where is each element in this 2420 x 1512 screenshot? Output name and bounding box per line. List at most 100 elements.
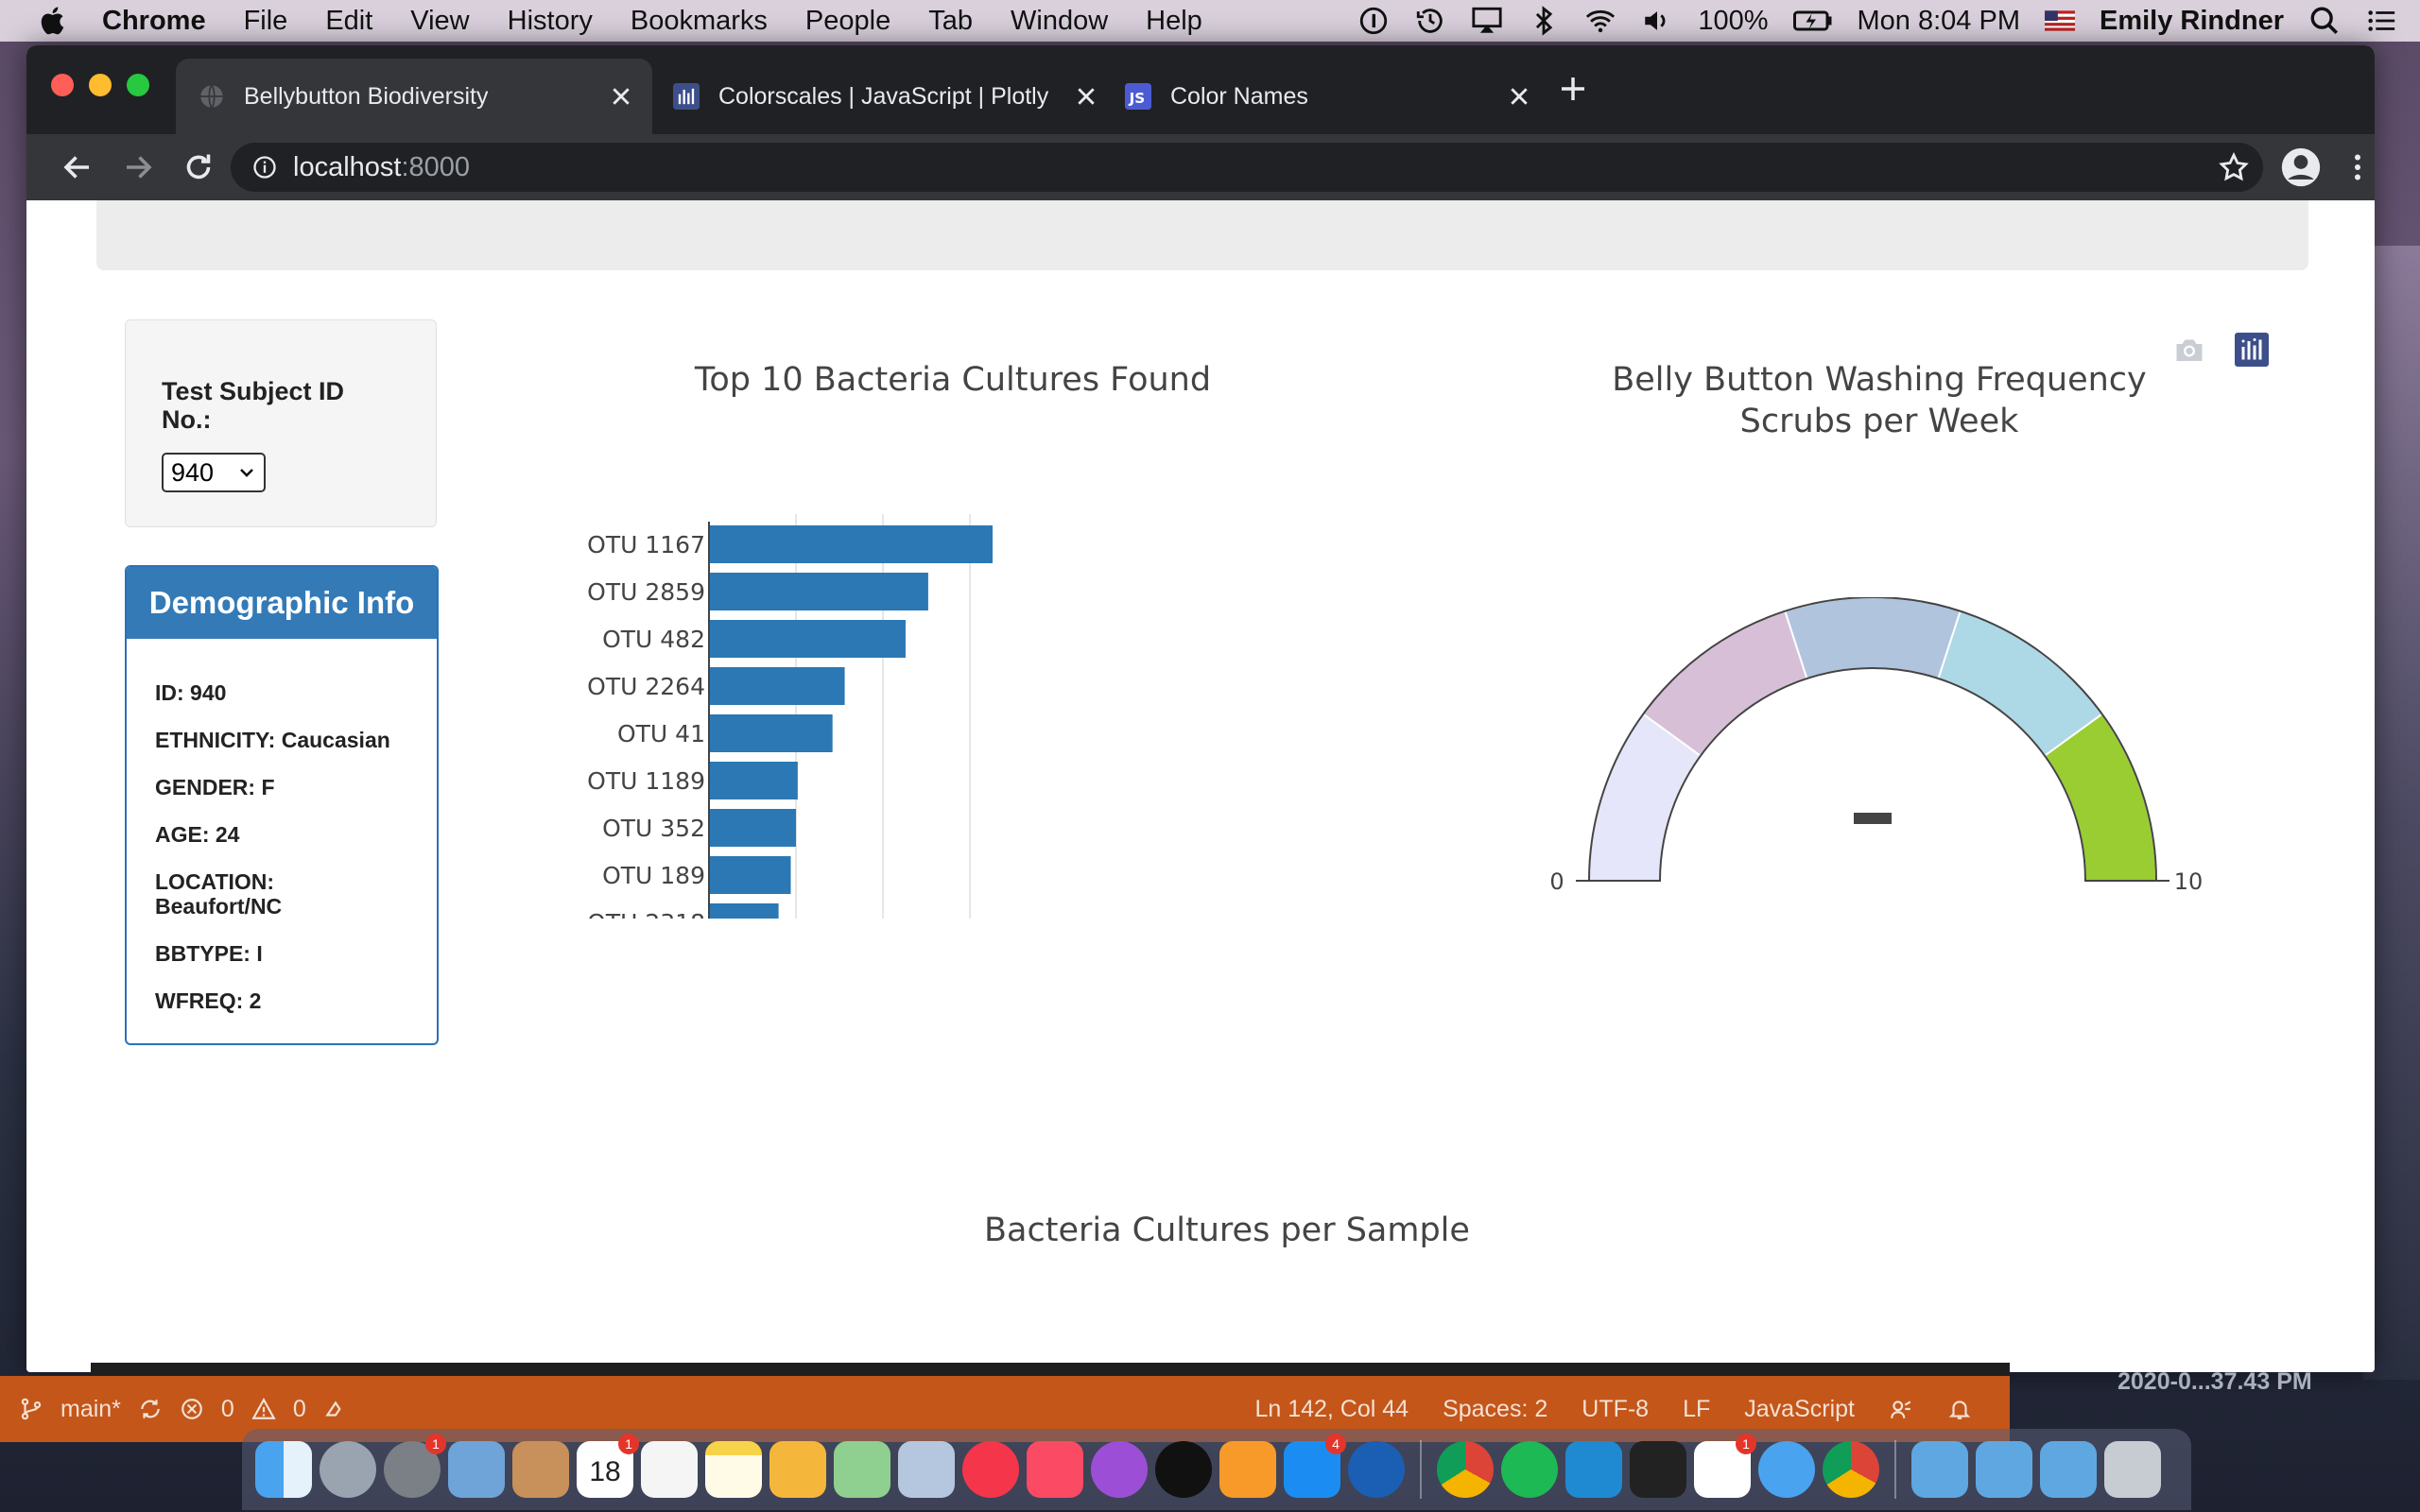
error-icon[interactable]	[180, 1397, 204, 1421]
chrome-canary-icon[interactable]	[1823, 1441, 1879, 1498]
bar	[709, 667, 845, 705]
close-tab-icon[interactable]	[1509, 86, 1530, 107]
news-icon[interactable]	[962, 1441, 1019, 1498]
close-window-button[interactable]	[51, 74, 74, 96]
menu-window[interactable]: Window	[1011, 6, 1108, 37]
close-tab-icon[interactable]	[1076, 86, 1097, 107]
menu-history[interactable]: History	[508, 6, 593, 37]
new-tab-icon[interactable]	[1558, 74, 1588, 104]
spotify-icon[interactable]	[1501, 1441, 1558, 1498]
apple-icon[interactable]	[38, 5, 70, 37]
demo-line-bbtype: BBTYPE: I	[155, 941, 263, 966]
feedback-icon[interactable]	[1889, 1397, 1913, 1421]
maps-icon[interactable]	[834, 1441, 890, 1498]
music-icon[interactable]	[1027, 1441, 1083, 1498]
menu-file[interactable]: File	[244, 6, 288, 37]
menu-bookmarks[interactable]: Bookmarks	[631, 6, 768, 37]
close-tab-icon[interactable]	[611, 86, 631, 107]
desktop-screenshot-label: 2020-0...37.43 PM	[2118, 1368, 2312, 1395]
menu-view[interactable]: View	[410, 6, 469, 37]
terminal-icon[interactable]	[1630, 1441, 1686, 1498]
end-of-line[interactable]: LF	[1683, 1396, 1710, 1423]
spotlight-search-icon[interactable]	[2308, 5, 2341, 37]
password-manager-icon[interactable]	[1357, 5, 1390, 37]
flag-icon[interactable]	[2045, 5, 2075, 37]
launchpad-icon[interactable]	[320, 1441, 376, 1498]
bar-chart[interactable]: 050100150OTU 1167OTU 2859OTU 482OTU 2264…	[556, 503, 1274, 919]
file-encoding[interactable]: UTF-8	[1582, 1396, 1649, 1423]
menubar-user[interactable]: Emily Rindner	[2100, 6, 2284, 37]
notes-icon[interactable]	[705, 1441, 762, 1498]
notification-center-icon[interactable]	[2365, 5, 2397, 37]
y-tick-label: OTU 2859	[587, 578, 705, 606]
language-mode[interactable]: JavaScript	[1744, 1396, 1855, 1423]
airplay-icon[interactable]	[1471, 5, 1503, 37]
system-preferences-icon[interactable]: 1	[384, 1434, 446, 1498]
trash-icon[interactable]	[2104, 1441, 2161, 1498]
books-icon[interactable]	[1219, 1441, 1276, 1498]
messages-icon[interactable]	[1758, 1441, 1815, 1498]
bar	[709, 620, 906, 658]
cursor-position[interactable]: Ln 142, Col 44	[1254, 1396, 1409, 1423]
chrome-icon[interactable]	[1437, 1441, 1494, 1498]
podcasts-icon[interactable]	[1091, 1441, 1148, 1498]
reminders-icon[interactable]	[641, 1441, 698, 1498]
battery-icon[interactable]	[1792, 5, 1833, 37]
error-count: 0	[220, 1395, 234, 1422]
preview-icon[interactable]	[448, 1441, 505, 1498]
menubar-clock[interactable]: Mon 8:04 PM	[1858, 6, 2020, 37]
applications-folder-icon[interactable]	[1911, 1441, 1968, 1498]
volume-icon[interactable]	[1641, 5, 1673, 37]
documents-folder-icon[interactable]	[1976, 1441, 2032, 1498]
live-share-icon[interactable]	[323, 1397, 348, 1421]
demo-line-location: LOCATION: Beaufort/NC	[155, 869, 283, 919]
menu-chrome[interactable]: Chrome	[102, 6, 206, 37]
gauge-chart[interactable]: 0510	[1501, 597, 2257, 956]
gauge-tick-label: 0	[1549, 868, 1564, 895]
finder-icon[interactable]	[255, 1441, 312, 1498]
reload-icon[interactable]	[182, 150, 216, 184]
tab-color-names[interactable]: JS Color Names	[1102, 59, 1550, 134]
time-machine-icon[interactable]	[1414, 5, 1446, 37]
tv-icon[interactable]	[1155, 1441, 1212, 1498]
sync-icon[interactable]	[138, 1397, 163, 1421]
gauge-step	[1784, 597, 1962, 680]
vscode-icon[interactable]	[1565, 1441, 1622, 1498]
menu-help[interactable]: Help	[1146, 6, 1202, 37]
y-tick-label: OTU 2264	[587, 673, 705, 700]
menu-edit[interactable]: Edit	[325, 6, 372, 37]
git-branch-icon[interactable]	[19, 1397, 43, 1421]
git-branch-label[interactable]: main*	[60, 1396, 121, 1423]
indentation[interactable]: Spaces: 2	[1443, 1396, 1547, 1423]
notification-badge: 1	[1736, 1434, 1756, 1454]
minimize-window-button[interactable]	[89, 74, 112, 96]
tab-colorscales[interactable]: Colorscales | JavaScript | Plotly	[650, 59, 1095, 134]
zoom-window-button[interactable]	[127, 74, 149, 96]
bell-icon[interactable]	[1947, 1397, 1972, 1421]
tab-bellybutton[interactable]: Bellybutton Biodiversity	[176, 59, 652, 134]
wifi-icon[interactable]	[1584, 5, 1616, 37]
1password-icon[interactable]	[1348, 1441, 1405, 1498]
forward-arrow-icon[interactable]	[121, 150, 155, 184]
back-arrow-icon[interactable]	[60, 150, 95, 184]
url-host: localhost	[293, 151, 402, 182]
subject-id-select[interactable]: 940	[162, 453, 266, 492]
contacts-icon[interactable]	[512, 1441, 569, 1498]
profile-avatar-icon[interactable]	[2280, 146, 2322, 188]
address-bar[interactable]: localhost:8000	[231, 143, 2263, 192]
bluetooth-icon[interactable]	[1528, 5, 1560, 37]
warning-icon[interactable]	[251, 1397, 276, 1421]
slack-icon[interactable]: 1	[1694, 1434, 1756, 1498]
y-tick-label: OTU 1189	[587, 767, 705, 795]
menu-people[interactable]: People	[805, 6, 890, 37]
keynote-icon[interactable]	[769, 1441, 826, 1498]
photos-icon[interactable]	[898, 1441, 955, 1498]
calendar-icon[interactable]: 18 1	[577, 1434, 639, 1498]
bookmark-star-icon[interactable]	[2218, 151, 2250, 183]
menu-tab[interactable]: Tab	[928, 6, 973, 37]
downloads-folder-icon[interactable]	[2040, 1441, 2097, 1498]
gauge-chart-title: Belly Button Washing Frequency Scrubs pe…	[1501, 359, 2257, 442]
app-store-icon[interactable]: 4	[1284, 1434, 1346, 1498]
info-icon[interactable]	[251, 154, 278, 180]
kebab-menu-icon[interactable]	[2341, 150, 2375, 184]
